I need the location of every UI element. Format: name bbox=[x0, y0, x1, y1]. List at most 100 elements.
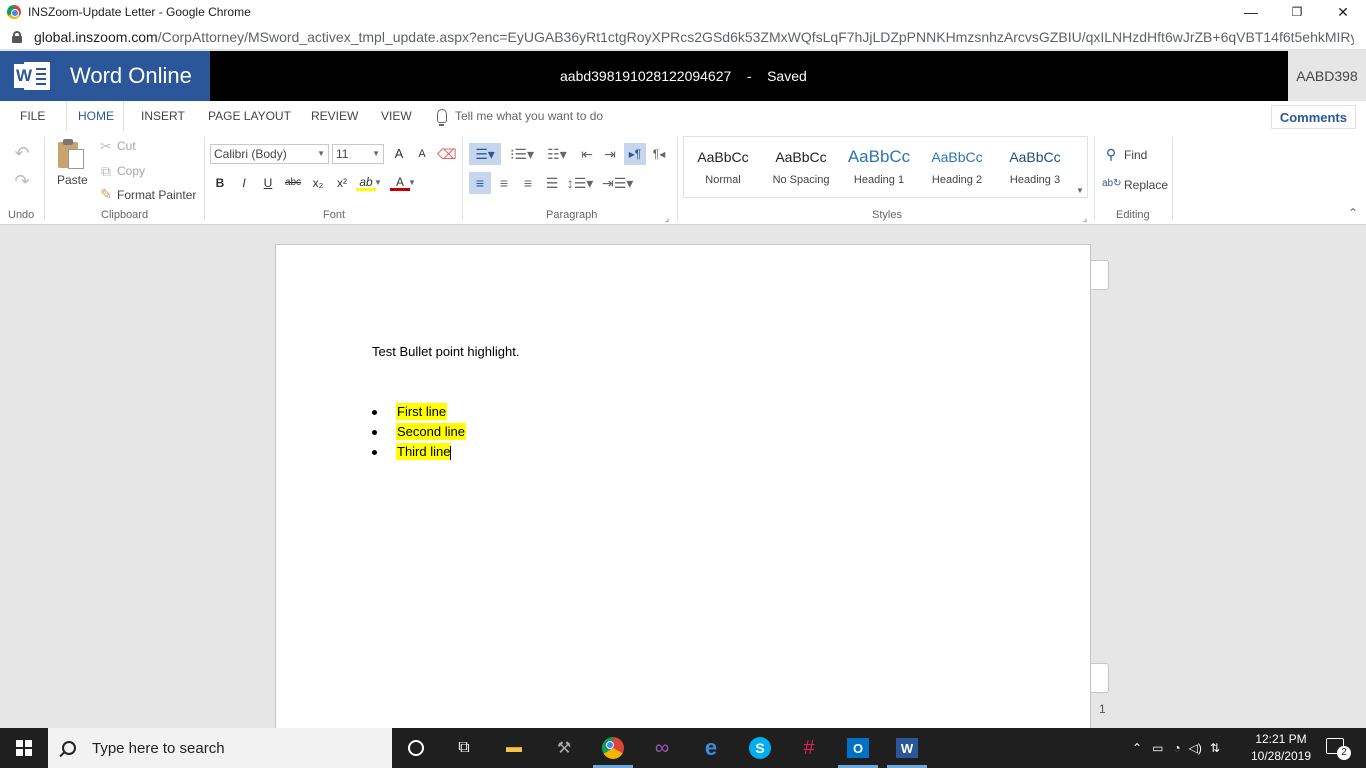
find-button[interactable]: Find bbox=[1124, 148, 1147, 162]
close-button[interactable]: ✕ bbox=[1320, 0, 1366, 24]
battery-icon[interactable]: ▭ bbox=[1152, 741, 1163, 755]
align-center-icon[interactable]: ≡ bbox=[494, 175, 514, 191]
align-left-icon[interactable]: ≡ bbox=[469, 172, 491, 194]
document-page[interactable]: Test Bullet point highlight. First line … bbox=[275, 244, 1091, 728]
tab-home[interactable]: HOME bbox=[78, 101, 114, 131]
strikethrough-button[interactable]: abc bbox=[282, 173, 304, 193]
start-button[interactable] bbox=[0, 728, 48, 768]
list-item[interactable]: First line bbox=[372, 402, 466, 422]
tab-page-layout[interactable]: PAGE LAYOUT bbox=[208, 101, 291, 131]
page-marker-top bbox=[1091, 260, 1109, 290]
url-field[interactable]: global.inszoom.com/CorpAttorney/MSword_a… bbox=[34, 29, 1354, 45]
edge-icon[interactable]: e bbox=[699, 735, 723, 760]
app-brand[interactable]: W Word Online bbox=[0, 51, 210, 101]
superscript-button[interactable]: x² bbox=[332, 173, 352, 193]
bold-button[interactable]: B bbox=[210, 173, 230, 193]
lock-icon[interactable] bbox=[12, 30, 22, 43]
chevron-down-icon: ▼ bbox=[317, 149, 325, 158]
numbering-icon[interactable]: ⁝☰▾ bbox=[507, 146, 537, 162]
dialog-launcher-icon[interactable]: ⌟ bbox=[662, 210, 672, 226]
outlook-icon[interactable]: O bbox=[846, 736, 870, 760]
bullet-list[interactable]: First line Second line Third line bbox=[372, 402, 466, 462]
list-item[interactable]: Second line bbox=[372, 422, 466, 442]
copy-button[interactable]: Copy bbox=[117, 164, 145, 178]
style-heading-2[interactable]: AaBbCc Heading 2 bbox=[918, 137, 996, 199]
justify-icon[interactable]: ☰ bbox=[542, 175, 562, 191]
font-color-button[interactable]: A bbox=[390, 173, 410, 191]
format-painter-button[interactable]: Format Painter bbox=[117, 188, 196, 202]
word-taskbar-icon[interactable]: W bbox=[895, 736, 919, 760]
user-account[interactable]: AABD398 bbox=[1288, 51, 1366, 101]
line-spacing-icon[interactable]: ↕☰▾ bbox=[566, 175, 594, 191]
window-controls: — ❐ ✕ bbox=[1228, 0, 1366, 24]
clock-time: 12:21 PM bbox=[1255, 732, 1307, 746]
grow-font-button[interactable]: A bbox=[389, 144, 409, 164]
minimize-button[interactable]: — bbox=[1228, 0, 1274, 24]
skype-icon[interactable]: S bbox=[748, 736, 772, 760]
file-explorer-icon[interactable]: ▬ bbox=[502, 736, 526, 760]
ltr-icon[interactable]: ▸¶ bbox=[624, 143, 646, 165]
group-label-undo: Undo bbox=[8, 209, 35, 221]
bullets-icon[interactable]: ☰▾ bbox=[469, 143, 501, 165]
text-cursor bbox=[450, 445, 452, 460]
underline-button[interactable]: U bbox=[258, 173, 278, 193]
comments-button[interactable]: Comments bbox=[1270, 105, 1356, 129]
rtl-icon[interactable]: ¶◂ bbox=[649, 146, 669, 162]
redo-icon[interactable]: ↷ bbox=[12, 172, 32, 190]
slack-icon[interactable]: # bbox=[797, 736, 821, 760]
multilevel-list-icon[interactable]: ☷▾ bbox=[542, 146, 572, 162]
paste-icon[interactable] bbox=[58, 139, 86, 171]
increase-indent-icon[interactable]: ⇥ bbox=[600, 146, 620, 162]
cut-button[interactable]: Cut bbox=[117, 139, 136, 153]
chevron-up-icon[interactable]: ⌃ bbox=[1132, 741, 1142, 755]
wifi-icon[interactable]: ◔ bbox=[1173, 741, 1180, 755]
restore-button[interactable]: ❐ bbox=[1274, 0, 1320, 24]
style-normal[interactable]: AaBbCc Normal bbox=[684, 137, 762, 199]
dialog-launcher-icon[interactable]: ⌟ bbox=[1080, 210, 1090, 226]
cortana-icon[interactable] bbox=[404, 736, 428, 760]
clear-formatting-icon[interactable]: ⌫ bbox=[437, 146, 457, 162]
chevron-down-icon[interactable]: ▼ bbox=[374, 175, 382, 191]
font-family-select[interactable]: Calibri (Body) ▼ bbox=[210, 144, 329, 164]
taskbar: Type here to search ⧉ ▬ ⚒ ∞ e S # O W ⌃ … bbox=[0, 728, 1366, 768]
decrease-indent-icon[interactable]: ⇤ bbox=[577, 146, 597, 162]
tab-file[interactable]: FILE bbox=[20, 101, 45, 131]
app-name: Word Online bbox=[70, 63, 192, 88]
tell-me-box[interactable]: Tell me what you want to do bbox=[437, 101, 603, 131]
chevron-down-icon[interactable]: ▼ bbox=[408, 175, 416, 191]
document-name: aabd398191028122094627 bbox=[560, 68, 732, 84]
paste-button[interactable]: Paste bbox=[57, 173, 88, 187]
subscript-button[interactable]: x₂ bbox=[308, 173, 328, 193]
paragraph-spacing-icon[interactable]: ⇥☰▾ bbox=[602, 175, 633, 191]
style-heading-3[interactable]: AaBbCc Heading 3 bbox=[996, 137, 1074, 199]
shrink-font-button[interactable]: A bbox=[412, 144, 432, 164]
volume-icon[interactable]: ◁) bbox=[1189, 741, 1202, 755]
notification-icon[interactable]: 2 bbox=[1322, 736, 1351, 760]
url-domain: global.inszoom.com bbox=[34, 28, 158, 45]
tab-review[interactable]: REVIEW bbox=[311, 101, 358, 131]
style-heading-1[interactable]: AaBbCc Heading 1 bbox=[840, 137, 918, 199]
tools-icon[interactable]: ⚒ bbox=[552, 736, 576, 760]
replace-button[interactable]: Replace bbox=[1124, 178, 1168, 192]
chrome-taskbar-icon[interactable] bbox=[601, 736, 625, 760]
list-item[interactable]: Third line bbox=[372, 442, 466, 462]
align-right-icon[interactable]: ≡ bbox=[518, 175, 538, 191]
tab-insert[interactable]: INSERT bbox=[141, 101, 185, 131]
task-view-icon[interactable]: ⧉ bbox=[452, 736, 476, 760]
italic-button[interactable]: I bbox=[234, 173, 254, 193]
undo-icon[interactable]: ↶ bbox=[12, 144, 32, 162]
chevron-down-icon[interactable]: ▼ bbox=[1074, 183, 1086, 199]
tab-view[interactable]: VIEW bbox=[381, 101, 412, 131]
style-no-spacing[interactable]: AaBbCc No Spacing bbox=[762, 137, 840, 199]
document-title[interactable]: aabd398191028122094627 - Saved bbox=[560, 51, 807, 101]
highlight-button[interactable]: ab bbox=[356, 173, 376, 191]
address-bar[interactable]: global.inszoom.com/CorpAttorney/MSword_a… bbox=[0, 24, 1366, 50]
document-paragraph[interactable]: Test Bullet point highlight. bbox=[372, 344, 519, 359]
font-size-select[interactable]: 11 ▼ bbox=[332, 144, 384, 164]
taskbar-search[interactable]: Type here to search bbox=[48, 728, 392, 768]
system-clock[interactable]: 12:21 PM 10/28/2019 bbox=[1246, 731, 1316, 765]
network-icon[interactable]: ⇅ bbox=[1210, 741, 1220, 755]
collapse-ribbon-icon[interactable]: ⌃ bbox=[1346, 205, 1360, 221]
group-label-paragraph: Paragraph bbox=[546, 209, 598, 221]
visual-studio-icon[interactable]: ∞ bbox=[650, 736, 674, 760]
